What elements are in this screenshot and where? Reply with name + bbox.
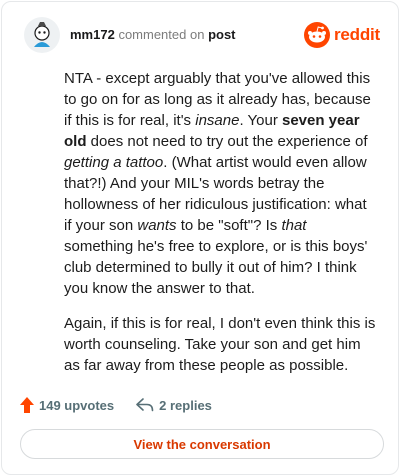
reddit-wordmark: reddit <box>333 25 380 44</box>
reply-icon <box>136 398 154 412</box>
avatar[interactable] <box>24 17 60 53</box>
view-conversation-button[interactable]: View the conversation <box>20 429 384 459</box>
text-run: . Your <box>239 112 282 129</box>
upvote-button[interactable]: 149 upvotes <box>20 397 114 413</box>
comment-meta: mm172 commented on post <box>70 27 236 43</box>
reddit-logo-icon <box>303 22 330 48</box>
reddit-brand[interactable]: reddit <box>303 22 380 48</box>
comment-actions: 149 upvotes 2 replies <box>20 397 234 413</box>
upvote-arrow-icon <box>20 397 34 413</box>
italic-run: insane <box>195 112 240 129</box>
comment-paragraph-2: Again, if this is for real, I don't even… <box>64 315 376 374</box>
replies-button[interactable]: 2 replies <box>136 398 212 413</box>
post-link[interactable]: post <box>208 27 235 42</box>
avatar-icon <box>24 17 60 53</box>
embed-card: mm172 commented on post reddit NTA - exc… <box>1 1 399 475</box>
text-run: to be "soft"? Is <box>176 217 282 234</box>
italic-run: wants <box>137 217 177 234</box>
commented-on-label: commented on <box>118 27 205 42</box>
comment-header: mm172 commented on post reddit <box>24 17 380 53</box>
comment-body: NTA - except arguably that you've allowe… <box>64 68 378 390</box>
italic-run: that <box>281 217 307 234</box>
upvote-count: 149 upvotes <box>39 397 115 413</box>
comment-paragraph-1: NTA - except arguably that you've allowe… <box>64 68 378 299</box>
italic-run: getting a tattoo <box>64 154 164 171</box>
reply-count: 2 replies <box>159 397 212 413</box>
username[interactable]: mm172 <box>70 27 115 42</box>
text-run: something he's free to explore, or is th… <box>64 238 368 297</box>
text-run: does not need to try out the experience … <box>86 133 368 150</box>
